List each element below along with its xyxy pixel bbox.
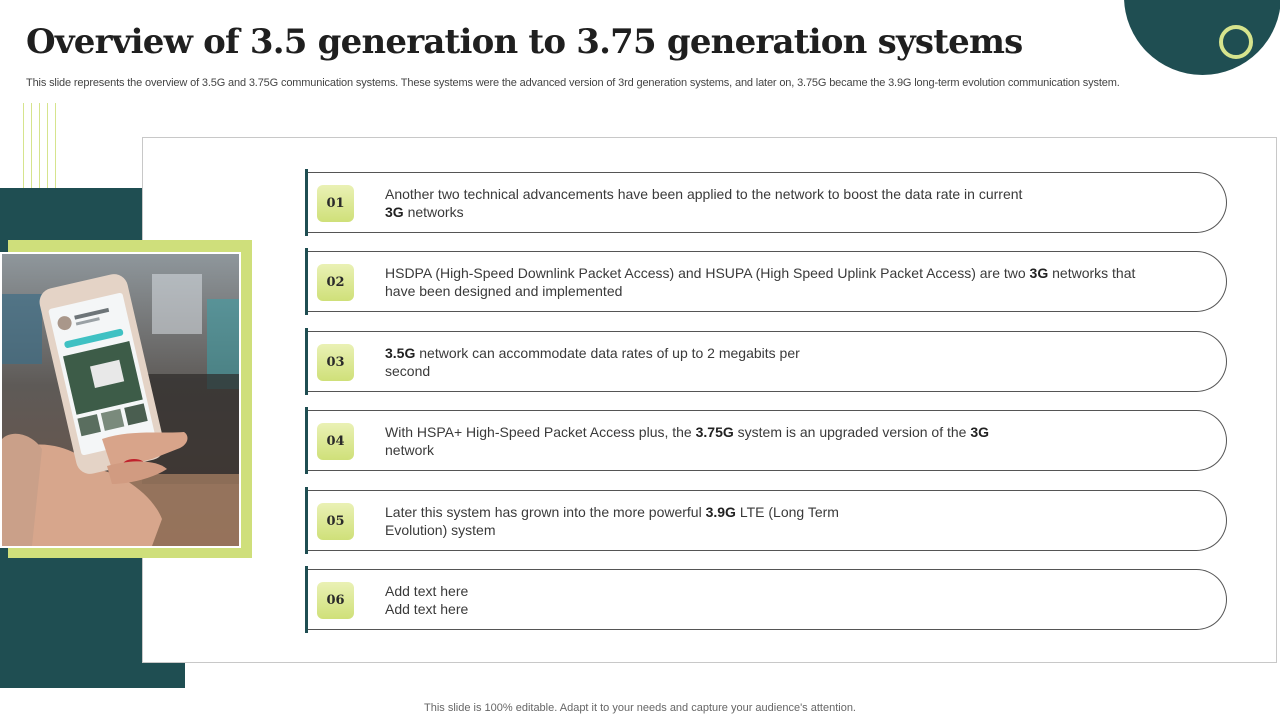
item-text-line2: Add text here <box>385 600 1185 618</box>
item-text-bold: 3G <box>970 423 990 440</box>
item-text-part: networks <box>403 203 464 220</box>
list-item: 06 Add text here Add text here <box>305 566 1227 633</box>
item-text: HSDPA (High-Speed Downlink Packet Access… <box>385 264 1185 300</box>
item-text-part: Add text here <box>385 582 469 599</box>
item-text-part: LTE (Long Term <box>735 503 839 520</box>
item-number-badge: 03 <box>317 344 354 381</box>
list-item: 05 Later this system has grown into the m… <box>305 487 1227 554</box>
item-text-line1: HSDPA (High-Speed Downlink Packet Access… <box>385 264 1185 282</box>
item-text-bold: 3.9G <box>705 503 736 520</box>
item-text-part: Later this system has grown into the mor… <box>385 503 706 520</box>
item-accent-bar <box>305 169 308 236</box>
item-text-part: network <box>385 441 435 458</box>
item-number-badge: 01 <box>317 185 354 222</box>
item-text-part: have been designed and implemented <box>385 282 623 299</box>
item-number-badge: 02 <box>317 264 354 301</box>
item-text-line1: With HSPA+ High-Speed Packet Access plus… <box>385 423 1185 441</box>
item-number-badge: 05 <box>317 503 354 540</box>
item-text-line1: Another two technical advancements have … <box>385 185 1185 203</box>
item-text-line1: Add text here <box>385 582 1185 600</box>
item-accent-bar <box>305 248 308 315</box>
item-accent-bar <box>305 487 308 554</box>
slide-footer: This slide is 100% editable. Adapt it to… <box>424 702 856 714</box>
item-text-part: With HSPA+ High-Speed Packet Access plus… <box>385 423 696 440</box>
item-text-part: Another two technical advancements have … <box>385 185 1023 202</box>
item-text-line2: Evolution) system <box>385 521 1185 539</box>
item-text: Add text here Add text here <box>385 582 1185 618</box>
item-text-part: networks that <box>1048 264 1136 281</box>
item-number-badge: 06 <box>317 582 354 619</box>
item-text: 3.5G network can accommodate data rates … <box>385 344 1185 380</box>
item-text-line2: 3G networks <box>385 203 1185 221</box>
item-text-bold: 3G <box>1029 264 1049 281</box>
item-text-part: network can accommodate data rates of up… <box>415 344 800 361</box>
item-accent-bar <box>305 566 308 633</box>
decorative-lines <box>23 103 57 193</box>
item-text-part: system is an upgraded version of the <box>733 423 971 440</box>
item-text-part: Evolution) system <box>385 521 496 538</box>
item-text-bold: 3G <box>385 203 404 220</box>
item-text-line1: 3.5G network can accommodate data rates … <box>385 344 1185 362</box>
item-text: With HSPA+ High-Speed Packet Access plus… <box>385 423 1185 459</box>
list-item: 04 With HSPA+ High-Speed Packet Access pl… <box>305 407 1227 474</box>
item-accent-bar <box>305 328 308 395</box>
item-text-part: HSDPA (High-Speed Downlink Packet Access… <box>385 264 1030 281</box>
item-text-part: Add text here <box>385 600 469 617</box>
item-number-badge: 04 <box>317 423 354 460</box>
item-text-line2: second <box>385 362 1185 380</box>
smartphone-photo <box>0 252 241 548</box>
item-text-bold: 3.75G <box>695 423 734 440</box>
list-item: 03 3.5G network can accommodate data rate… <box>305 328 1227 395</box>
item-text-line2: network <box>385 441 1185 459</box>
list-item: 01 Another two technical advancements hav… <box>305 169 1227 236</box>
item-text: Another two technical advancements have … <box>385 185 1185 221</box>
list-item: 02 HSDPA (High-Speed Downlink Packet Acce… <box>305 248 1227 315</box>
generation-list: 01 Another two technical advancements hav… <box>305 0 1227 720</box>
item-text-part: second <box>385 362 431 379</box>
item-text-line2: have been designed and implemented <box>385 282 1185 300</box>
item-accent-bar <box>305 407 308 474</box>
item-text-line1: Later this system has grown into the mor… <box>385 503 1185 521</box>
item-text: Later this system has grown into the mor… <box>385 503 1185 539</box>
item-text-bold: 3.5G <box>385 344 416 361</box>
smartphone-in-hand-icon <box>2 254 239 546</box>
